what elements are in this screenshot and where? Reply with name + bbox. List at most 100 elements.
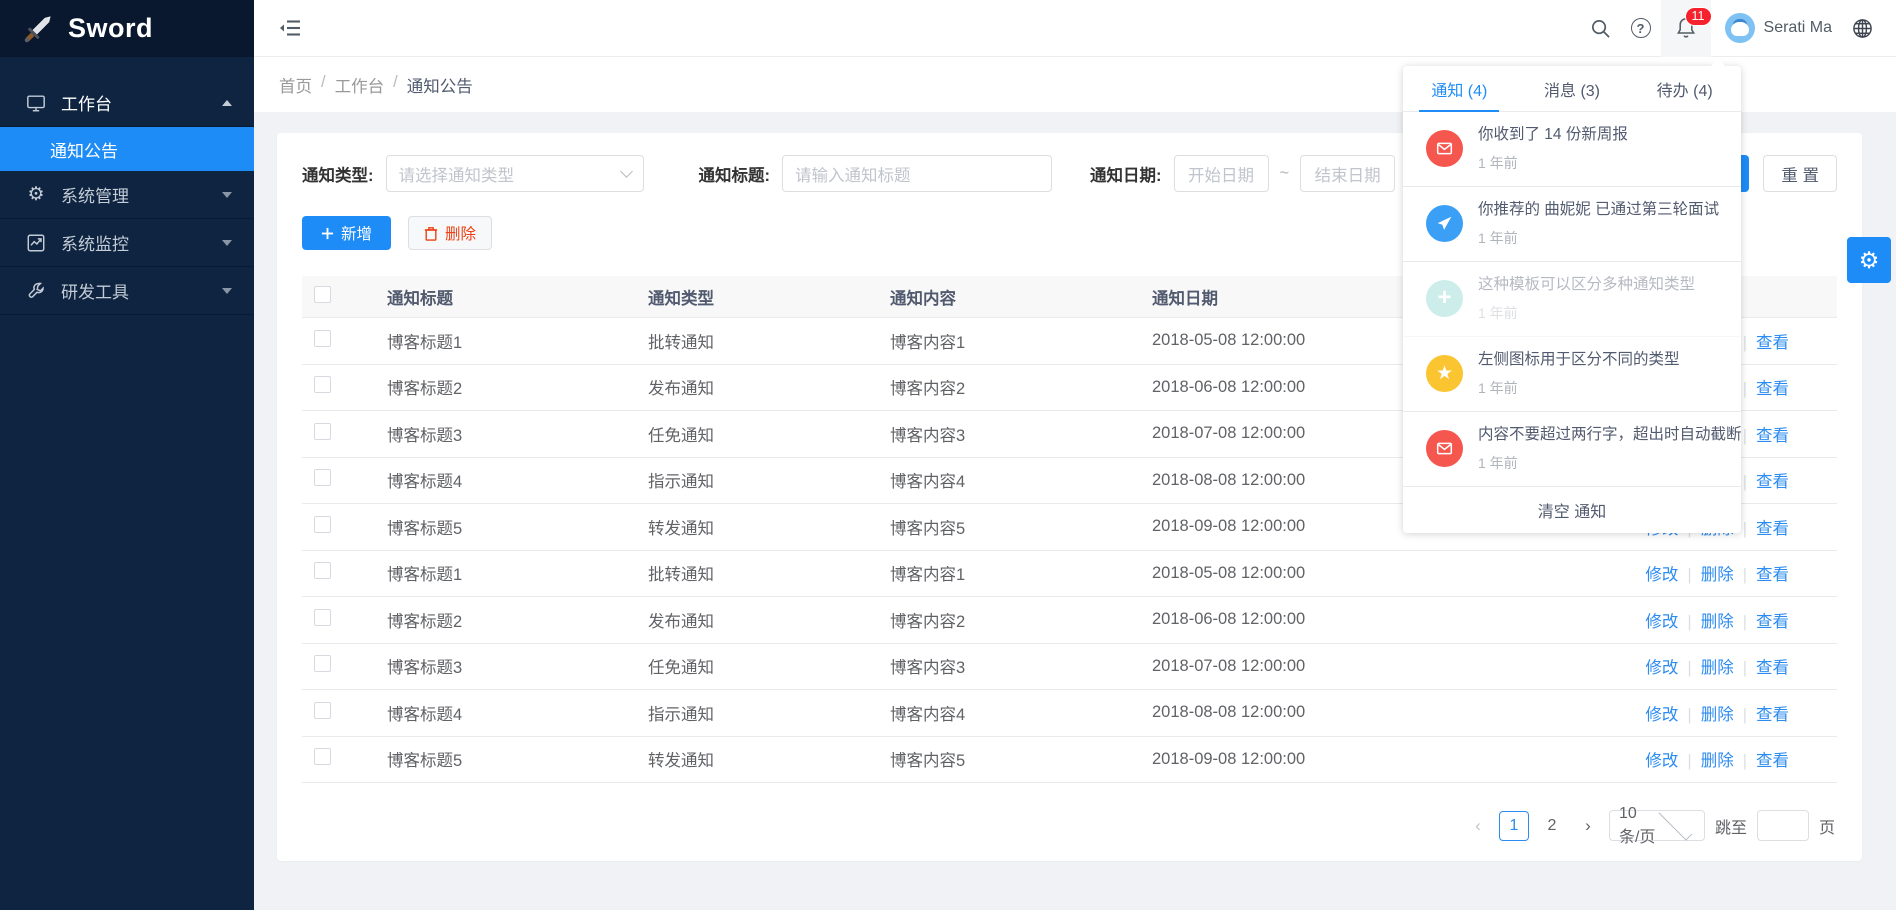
- row-checkbox[interactable]: [314, 376, 331, 393]
- row-op-delete[interactable]: 删除: [1701, 706, 1734, 724]
- reset-button[interactable]: 重 置: [1763, 155, 1837, 192]
- menu-fold-icon[interactable]: [276, 14, 304, 42]
- cell-title: 博客标题2: [387, 608, 648, 632]
- sidebar-item-2[interactable]: 系统监控: [0, 219, 254, 267]
- row-op-edit[interactable]: 修改: [1645, 566, 1678, 584]
- notice-tab-1[interactable]: 消息 (3): [1516, 66, 1629, 111]
- search-icon[interactable]: [1581, 0, 1621, 57]
- select-all-checkbox[interactable]: [314, 286, 331, 303]
- wrench-icon: [25, 280, 47, 302]
- notice-tab-0[interactable]: 通知 (4): [1403, 66, 1516, 111]
- user-menu[interactable]: Serati Ma: [1725, 13, 1832, 43]
- row-op-edit[interactable]: 修改: [1645, 706, 1678, 724]
- row-op-view[interactable]: 查看: [1756, 706, 1789, 724]
- row-checkbox[interactable]: [314, 609, 331, 626]
- cell-title: 博客标题3: [387, 654, 648, 678]
- row-op-delete[interactable]: 删除: [1701, 752, 1734, 770]
- page-number-2[interactable]: 2: [1537, 811, 1567, 841]
- prev-page-icon[interactable]: ‹: [1467, 816, 1489, 836]
- notice-type-select[interactable]: 请选择通知类型: [386, 155, 644, 192]
- breadcrumb-item[interactable]: 首页: [279, 73, 312, 97]
- notification-time: 1 年前: [1478, 153, 1628, 173]
- cell-content: 博客内容2: [890, 608, 1152, 632]
- row-checkbox[interactable]: [314, 702, 331, 719]
- sidebar-item-0[interactable]: 工作台: [0, 79, 254, 127]
- row-op-edit[interactable]: 修改: [1645, 752, 1678, 770]
- star-icon: ★: [1426, 355, 1463, 392]
- date-start-input[interactable]: 开始日期: [1174, 155, 1269, 192]
- app-logo[interactable]: Sword: [0, 0, 254, 57]
- filter-title-label: 通知标题:: [699, 162, 771, 186]
- globe-icon[interactable]: [1842, 0, 1882, 57]
- row-checkbox[interactable]: [314, 748, 331, 765]
- date-end-input[interactable]: 结束日期: [1300, 155, 1395, 192]
- cell-ops: 修改|删除|查看: [1622, 561, 1837, 585]
- breadcrumb-item[interactable]: 工作台: [335, 73, 385, 97]
- row-checkbox[interactable]: [314, 330, 331, 347]
- notification-item[interactable]: 你收到了 14 份新周报1 年前: [1403, 112, 1741, 187]
- notification-item[interactable]: 内容不要超过两行字，超出时自动截断1 年前: [1403, 412, 1741, 487]
- notification-item[interactable]: 你推荐的 曲妮妮 已通过第三轮面试1 年前: [1403, 187, 1741, 262]
- cell-type: 批转通知: [648, 561, 890, 585]
- sidebar-item-3[interactable]: 研发工具: [0, 267, 254, 315]
- notification-time: 1 年前: [1478, 378, 1680, 398]
- row-op-delete[interactable]: 删除: [1701, 566, 1734, 584]
- row-op-view[interactable]: 查看: [1756, 427, 1789, 445]
- page-size-value: 10 条/页: [1619, 805, 1657, 847]
- cell-title: 博客标题3: [387, 422, 648, 446]
- notice-tab-2[interactable]: 待办 (4): [1628, 66, 1741, 111]
- row-op-edit[interactable]: 修改: [1645, 613, 1678, 631]
- op-separator: |: [1743, 380, 1747, 398]
- notice-title-input[interactable]: 请输入通知标题: [782, 155, 1052, 192]
- sidebar-menu: 工作台通知公告 ⚙ 系统管理系统监控研发工具: [0, 57, 254, 315]
- cell-type: 指示通知: [648, 468, 890, 492]
- notification-item[interactable]: ★左侧图标用于区分不同的类型1 年前: [1403, 337, 1741, 412]
- clear-notifications-button[interactable]: 清空 通知: [1403, 487, 1741, 533]
- cell-type: 指示通知: [648, 701, 890, 725]
- page-size-select[interactable]: 10 条/页: [1609, 810, 1705, 841]
- cell-ops: 修改|删除|查看: [1622, 701, 1837, 725]
- row-op-edit[interactable]: 修改: [1645, 659, 1678, 677]
- sidebar-item-1[interactable]: ⚙ 系统管理: [0, 171, 254, 219]
- op-separator: |: [1743, 659, 1747, 677]
- page-number-1[interactable]: 1: [1499, 811, 1529, 841]
- cell-ops: 修改|删除|查看: [1622, 654, 1837, 678]
- add-button[interactable]: 新增: [302, 216, 391, 250]
- row-checkbox[interactable]: [314, 516, 331, 533]
- row-op-view[interactable]: 查看: [1756, 334, 1789, 352]
- notification-bell-button[interactable]: 11: [1661, 0, 1711, 57]
- sidebar-item-label: 系统管理: [61, 182, 222, 207]
- row-op-view[interactable]: 查看: [1756, 473, 1789, 491]
- caret-up-icon: [222, 100, 232, 106]
- row-op-delete[interactable]: 删除: [1701, 613, 1734, 631]
- jump-page-input[interactable]: [1757, 810, 1809, 841]
- op-separator: |: [1687, 613, 1691, 631]
- row-op-view[interactable]: 查看: [1756, 566, 1789, 584]
- cell-ops: 修改|删除|查看: [1622, 608, 1837, 632]
- row-op-view[interactable]: 查看: [1756, 613, 1789, 631]
- column-header: 通知标题: [387, 285, 648, 309]
- row-checkbox[interactable]: [314, 469, 331, 486]
- row-op-delete[interactable]: 删除: [1701, 659, 1734, 677]
- next-page-icon[interactable]: ›: [1577, 816, 1599, 836]
- gear-icon: ⚙: [25, 184, 47, 206]
- date-start-placeholder: 开始日期: [1188, 162, 1254, 186]
- row-checkbox[interactable]: [314, 562, 331, 579]
- cell-type: 发布通知: [648, 608, 890, 632]
- notification-title: 内容不要超过两行字，超出时自动截断: [1478, 425, 1719, 446]
- notification-title: 你推荐的 曲妮妮 已通过第三轮面试: [1478, 200, 1719, 221]
- theme-settings-button[interactable]: ⚙: [1847, 237, 1891, 283]
- help-icon[interactable]: ?: [1621, 0, 1661, 57]
- breadcrumb: 首页/工作台/通知公告: [279, 73, 473, 97]
- row-op-view[interactable]: 查看: [1756, 752, 1789, 770]
- notification-item[interactable]: +这种模板可以区分多种通知类型1 年前: [1403, 262, 1741, 337]
- delete-button[interactable]: 删除: [408, 216, 492, 250]
- row-checkbox[interactable]: [314, 655, 331, 672]
- cell-type: 批转通知: [648, 329, 890, 353]
- row-op-view[interactable]: 查看: [1756, 520, 1789, 538]
- plus-icon: [321, 227, 334, 240]
- row-checkbox[interactable]: [314, 423, 331, 440]
- row-op-view[interactable]: 查看: [1756, 380, 1789, 398]
- sidebar-subitem[interactable]: 通知公告: [0, 127, 254, 171]
- row-op-view[interactable]: 查看: [1756, 659, 1789, 677]
